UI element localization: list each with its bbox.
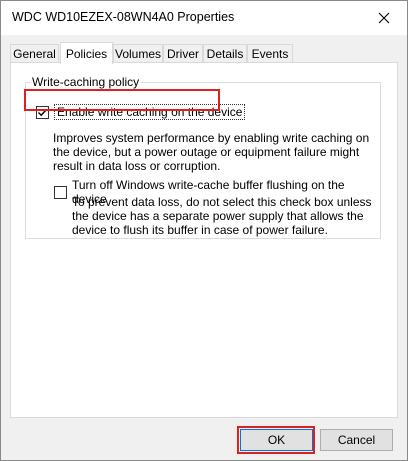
properties-window: WDC WD10EZEX-08WN4A0 Properties General … [0,0,408,461]
policies-panel: Write-caching policy Enable write cachin… [10,62,398,418]
tab-strip: General Policies Volumes Driver Details … [10,42,402,64]
tab-general[interactable]: General [10,44,59,62]
close-icon [378,12,390,24]
enable-write-caching-checkbox[interactable] [36,105,49,119]
turn-off-flushing-description: To prevent data loss, do not select this… [72,195,372,237]
tab-driver[interactable]: Driver [163,44,203,62]
ok-button[interactable]: OK [240,429,313,451]
tab-details[interactable]: Details [203,44,247,62]
window-title: WDC WD10EZEX-08WN4A0 Properties [12,10,235,24]
tab-policies[interactable]: Policies [60,42,113,64]
tab-volumes[interactable]: Volumes [113,44,163,62]
turn-off-flushing-checkbox[interactable] [54,185,67,199]
close-button[interactable] [369,3,399,33]
enable-write-caching-description: Improves system performance by enabling … [53,131,370,173]
cancel-button[interactable]: Cancel [320,429,393,451]
title-bar: WDC WD10EZEX-08WN4A0 Properties [1,1,407,35]
enable-write-caching-option[interactable]: Enable write caching on the device [36,104,246,120]
enable-write-caching-label: Enable write caching on the device [54,104,246,120]
checkmark-icon [38,108,48,116]
tab-events[interactable]: Events [247,44,293,62]
write-caching-group: Write-caching policy Enable write cachin… [25,75,381,239]
group-label: Write-caching policy [32,75,140,89]
